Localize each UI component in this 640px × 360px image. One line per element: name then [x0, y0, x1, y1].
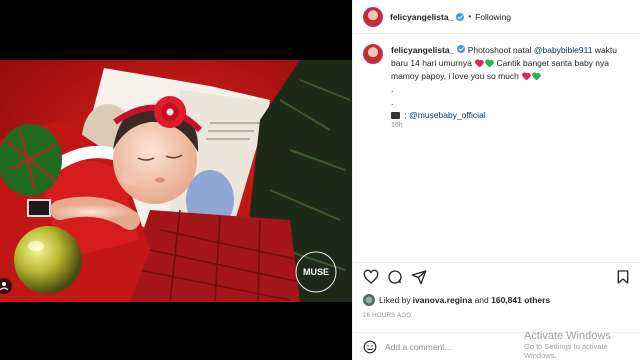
caption-username[interactable]: felicyangelista_ [391, 45, 454, 55]
media-panel: MUSE [0, 0, 352, 360]
liker-avatar[interactable] [363, 294, 375, 306]
action-bar [353, 262, 640, 292]
green-heart-icon [485, 60, 493, 67]
caption-bullet-1: . [391, 84, 394, 94]
likes-prefix: Liked by [379, 295, 411, 305]
clapperboard-icon [391, 112, 400, 119]
post-time-ago[interactable]: 16 HOURS AGO [363, 313, 411, 319]
green-heart-icon [532, 73, 540, 80]
liker-username[interactable]: ivanova.regina [413, 295, 473, 305]
caption-credit: : @musebaby_official [391, 109, 635, 122]
following-button[interactable]: Following [475, 12, 511, 22]
bookmark-icon[interactable] [615, 269, 631, 285]
likes-summary: Liked by ivanova.regina and 160,841 othe… [363, 294, 550, 306]
post-photo[interactable]: MUSE [0, 60, 352, 302]
heart-icon[interactable] [363, 269, 379, 285]
likes-count[interactable]: 160,841 others [491, 295, 550, 305]
post-header: felicyangelista_ • Following [353, 0, 640, 34]
emoji-icon[interactable] [363, 340, 377, 354]
share-icon[interactable] [411, 269, 427, 285]
caption-text: felicyangelista_ Photoshoot natal @babyb… [391, 44, 635, 122]
caption-author-avatar[interactable] [363, 44, 383, 64]
activate-windows-title: Activate Windows [524, 330, 611, 342]
baby-christmas-photo: MUSE [0, 60, 352, 302]
red-heart-icon [522, 73, 530, 80]
comment-icon[interactable] [387, 269, 403, 285]
muse-watermark: MUSE [303, 267, 329, 277]
post-sidebar: felicyangelista_ • Following felicyangel… [352, 0, 640, 360]
caption-part1: Photoshoot natal [467, 45, 534, 55]
verified-badge-icon [456, 12, 465, 21]
caption-verified-badge-icon [457, 45, 466, 53]
post-modal: MUSE felicyangelista_ • Following felicy… [0, 0, 640, 360]
caption-bullet-2: . [391, 97, 394, 107]
caption-timestamp[interactable]: 16h [391, 122, 403, 129]
author-username[interactable]: felicyangelista_ [390, 12, 453, 22]
activate-windows-watermark: Activate Windows Go to Settings to activ… [524, 330, 634, 360]
likes-and: and [472, 295, 492, 305]
mention-babybible[interactable]: @babybible911 [534, 45, 593, 55]
header-separator: • [468, 12, 472, 21]
red-heart-icon [475, 60, 483, 67]
activate-windows-subtitle: Go to Settings to activate Windows. [524, 342, 608, 360]
author-avatar[interactable] [363, 6, 383, 27]
mention-musebaby[interactable]: @musebaby_official [409, 110, 486, 120]
